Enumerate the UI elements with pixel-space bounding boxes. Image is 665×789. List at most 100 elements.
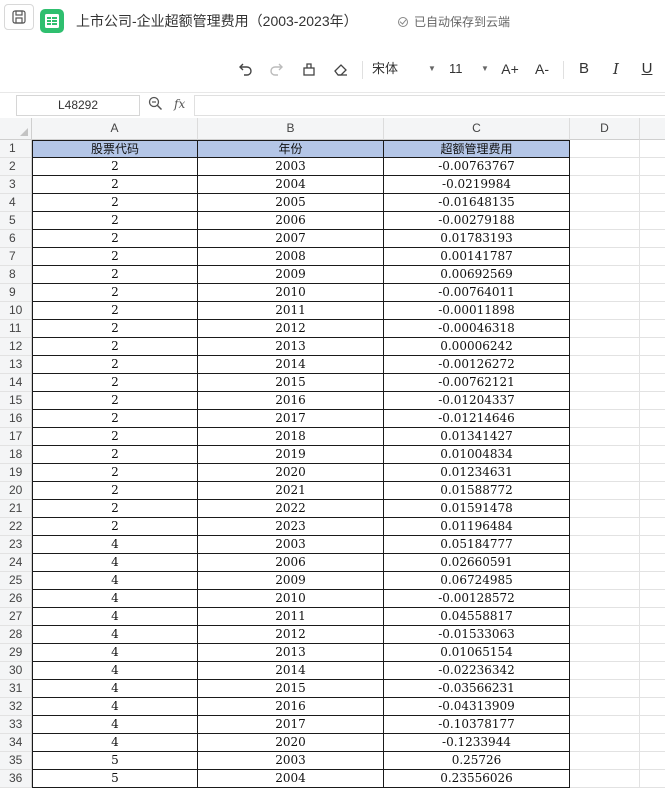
table-cell-excess-mgmt-expense[interactable]: 0.01783193: [384, 230, 570, 248]
table-cell-empty[interactable]: [570, 770, 640, 788]
table-cell-empty[interactable]: [640, 536, 665, 554]
formula-input[interactable]: [194, 95, 665, 116]
function-icon[interactable]: fx: [174, 97, 185, 111]
table-cell-year[interactable]: 2003: [198, 158, 384, 176]
table-cell-empty[interactable]: [640, 338, 665, 356]
row-header[interactable]: 35: [0, 752, 32, 770]
table-cell-year[interactable]: 2014: [198, 662, 384, 680]
table-cell-stock-code[interactable]: 2: [32, 464, 198, 482]
table-cell-stock-code[interactable]: 2: [32, 374, 198, 392]
table-cell-year[interactable]: 2010: [198, 590, 384, 608]
table-cell-empty[interactable]: [640, 446, 665, 464]
table-cell-excess-mgmt-expense[interactable]: 0.01004834: [384, 446, 570, 464]
table-cell-excess-mgmt-expense[interactable]: 0.05184777: [384, 536, 570, 554]
row-header[interactable]: 25: [0, 572, 32, 590]
table-cell-year[interactable]: 2011: [198, 608, 384, 626]
table-cell-year[interactable]: 2006: [198, 212, 384, 230]
table-cell-stock-code[interactable]: 2: [32, 194, 198, 212]
table-cell-empty[interactable]: [640, 482, 665, 500]
row-header[interactable]: 27: [0, 608, 32, 626]
table-cell-empty[interactable]: [570, 500, 640, 518]
table-cell-excess-mgmt-expense[interactable]: -0.01214646: [384, 410, 570, 428]
table-cell-year[interactable]: 2010: [198, 284, 384, 302]
table-cell-empty[interactable]: [570, 158, 640, 176]
table-cell-empty[interactable]: [570, 266, 640, 284]
undo-button[interactable]: [236, 59, 254, 79]
column-header-d[interactable]: D: [570, 118, 640, 140]
table-cell-year[interactable]: 2020: [198, 734, 384, 752]
table-cell-empty[interactable]: [570, 608, 640, 626]
table-cell-excess-mgmt-expense[interactable]: -0.00763767: [384, 158, 570, 176]
table-cell-empty[interactable]: [640, 356, 665, 374]
save-button[interactable]: [4, 4, 34, 30]
row-header[interactable]: 30: [0, 662, 32, 680]
table-cell-empty[interactable]: [640, 680, 665, 698]
table-cell-stock-code[interactable]: 2: [32, 266, 198, 284]
table-cell-stock-code[interactable]: 4: [32, 626, 198, 644]
table-cell-empty[interactable]: [640, 392, 665, 410]
header-cell-stock-code[interactable]: 股票代码: [32, 140, 198, 158]
table-cell-year[interactable]: 2009: [198, 572, 384, 590]
cell-reference-box[interactable]: L48292: [16, 95, 140, 116]
table-cell-year[interactable]: 2009: [198, 266, 384, 284]
row-header[interactable]: 9: [0, 284, 32, 302]
row-header[interactable]: 4: [0, 194, 32, 212]
row-header[interactable]: 28: [0, 626, 32, 644]
table-cell-stock-code[interactable]: 4: [32, 608, 198, 626]
table-cell-year[interactable]: 2012: [198, 320, 384, 338]
row-header[interactable]: 2: [0, 158, 32, 176]
row-header[interactable]: 23: [0, 536, 32, 554]
table-cell-excess-mgmt-expense[interactable]: -0.00762121: [384, 374, 570, 392]
table-cell-empty[interactable]: [570, 752, 640, 770]
row-header[interactable]: 34: [0, 734, 32, 752]
table-cell-empty[interactable]: [640, 320, 665, 338]
table-cell-empty[interactable]: [570, 446, 640, 464]
row-header[interactable]: 24: [0, 554, 32, 572]
font-size-select[interactable]: 11 ▼: [449, 59, 489, 79]
table-cell-empty[interactable]: [570, 698, 640, 716]
table-cell-excess-mgmt-expense[interactable]: -0.01204337: [384, 392, 570, 410]
table-cell-excess-mgmt-expense[interactable]: -0.02236342: [384, 662, 570, 680]
table-cell-excess-mgmt-expense[interactable]: 0.06724985: [384, 572, 570, 590]
row-header[interactable]: 8: [0, 266, 32, 284]
row-header[interactable]: 21: [0, 500, 32, 518]
row-header[interactable]: 19: [0, 464, 32, 482]
table-cell-empty[interactable]: [570, 212, 640, 230]
table-cell-stock-code[interactable]: 2: [32, 500, 198, 518]
table-cell-year[interactable]: 2018: [198, 428, 384, 446]
table-cell-excess-mgmt-expense[interactable]: -0.00128572: [384, 590, 570, 608]
table-cell-empty[interactable]: [570, 356, 640, 374]
table-cell-stock-code[interactable]: 2: [32, 338, 198, 356]
table-cell-year[interactable]: 2006: [198, 554, 384, 572]
row-header[interactable]: 31: [0, 680, 32, 698]
zoom-icon[interactable]: [148, 96, 163, 114]
table-cell-empty[interactable]: [570, 194, 640, 212]
table-cell-stock-code[interactable]: 2: [32, 392, 198, 410]
table-cell-empty[interactable]: [640, 644, 665, 662]
row-header[interactable]: 32: [0, 698, 32, 716]
table-cell-excess-mgmt-expense[interactable]: 0.01591478: [384, 500, 570, 518]
table-cell-stock-code[interactable]: 2: [32, 176, 198, 194]
table-cell-year[interactable]: 2022: [198, 500, 384, 518]
table-cell-excess-mgmt-expense[interactable]: -0.00011898: [384, 302, 570, 320]
table-cell-empty[interactable]: [640, 662, 665, 680]
table-cell-empty[interactable]: [640, 158, 665, 176]
table-cell-stock-code[interactable]: 4: [32, 644, 198, 662]
table-cell-excess-mgmt-expense[interactable]: 0.01234631: [384, 464, 570, 482]
table-cell-empty[interactable]: [570, 302, 640, 320]
table-cell-empty[interactable]: [570, 518, 640, 536]
table-cell-empty[interactable]: [570, 338, 640, 356]
table-cell-stock-code[interactable]: 4: [32, 536, 198, 554]
table-cell-empty[interactable]: [640, 554, 665, 572]
table-cell-empty[interactable]: [570, 554, 640, 572]
underline-button[interactable]: U: [638, 59, 656, 79]
table-cell-excess-mgmt-expense[interactable]: -0.00046318: [384, 320, 570, 338]
table-cell-year[interactable]: 2019: [198, 446, 384, 464]
table-cell-year[interactable]: 2004: [198, 176, 384, 194]
cell-d[interactable]: [570, 140, 640, 158]
row-header[interactable]: 12: [0, 338, 32, 356]
table-cell-excess-mgmt-expense[interactable]: -0.03566231: [384, 680, 570, 698]
row-header[interactable]: 22: [0, 518, 32, 536]
cell-e[interactable]: [640, 140, 665, 158]
table-cell-excess-mgmt-expense[interactable]: -0.00764011: [384, 284, 570, 302]
